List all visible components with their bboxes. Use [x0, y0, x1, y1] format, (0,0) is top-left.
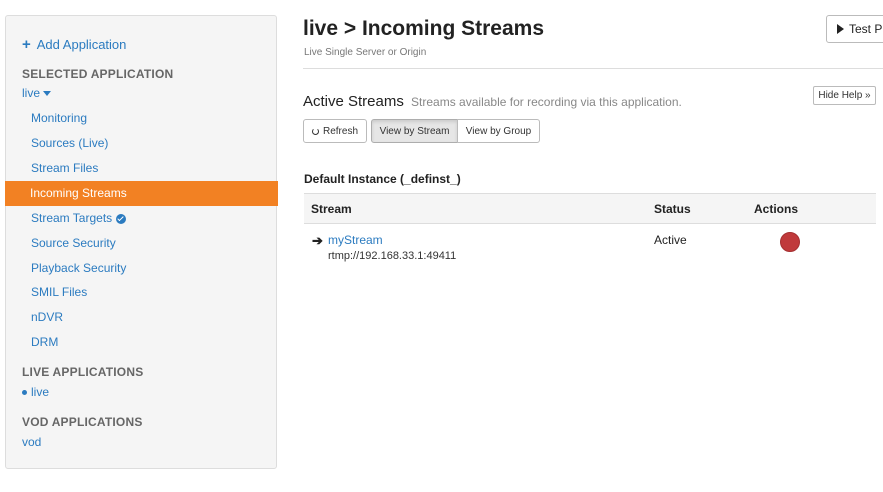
active-streams-heading: Active Streams Streams available for rec… [303, 93, 682, 110]
instance-title: Default Instance (_definst_) [304, 172, 461, 186]
live-applications-heading: LIVE APPLICATIONS [22, 365, 144, 379]
check-circle-icon [116, 213, 127, 224]
sidebar: + Add Application SELECTED APPLICATION l… [5, 15, 278, 469]
stream-name-link[interactable]: myStream [328, 233, 383, 247]
sidebar-item-stream-targets[interactable]: Stream Targets [6, 206, 278, 231]
bullet-icon [22, 389, 27, 395]
refresh-button[interactable]: Refresh [303, 119, 367, 143]
sidebar-item-label: nDVR [31, 310, 64, 324]
sidebar-item-label: Incoming Streams [30, 186, 127, 200]
sidebar-item-label: Stream Targets [31, 211, 113, 225]
sidebar-item-label: Stream Files [31, 161, 99, 175]
sidebar-item-label: Sources (Live) [31, 136, 109, 150]
active-streams-title: Active Streams [303, 93, 404, 110]
sidebar-item-label: SMIL Files [31, 285, 88, 299]
caret-down-icon [43, 90, 52, 96]
test-button-label: Test Pl [849, 22, 883, 36]
sidebar-item-sources-live[interactable]: Sources (Live) [6, 131, 278, 156]
selected-app-label: live [22, 86, 41, 100]
live-app-label: live [31, 385, 50, 399]
table-header: Stream Status Actions [304, 193, 876, 224]
sidebar-item-incoming-streams[interactable]: Incoming Streams [5, 181, 278, 206]
column-header-actions: Actions [754, 202, 799, 216]
column-header-stream: Stream [311, 202, 352, 216]
sidebar-item-monitoring[interactable]: Monitoring [6, 106, 278, 131]
sidebar-item-label: DRM [31, 335, 59, 349]
vod-app-link[interactable]: vod [22, 435, 41, 449]
sidebar-item-label: Monitoring [31, 111, 88, 125]
refresh-label: Refresh [322, 125, 358, 137]
active-streams-help: Streams available for recording via this… [411, 95, 682, 109]
play-icon [837, 24, 844, 34]
plus-icon: + [22, 36, 31, 53]
view-by-group-button[interactable]: View by Group [457, 119, 540, 143]
test-players-button[interactable]: Test Pl [826, 15, 883, 43]
stream-source-url: rtmp://192.168.33.1:49411 [328, 250, 457, 262]
record-button[interactable] [780, 232, 800, 252]
add-application-label: Add Application [36, 37, 127, 52]
column-header-status: Status [654, 202, 691, 216]
sidebar-item-drm[interactable]: DRM [6, 330, 278, 355]
sidebar-item-label: Playback Security [31, 261, 127, 275]
application-selector[interactable]: live [22, 86, 52, 100]
refresh-icon [311, 127, 319, 135]
sidebar-item-label: Source Security [31, 236, 116, 250]
arrow-right-icon: ➔ [312, 233, 323, 248]
sidebar-item-source-security[interactable]: Source Security [6, 231, 278, 256]
view-by-stream-button[interactable]: View by Stream [371, 119, 458, 143]
add-application-link[interactable]: + Add Application [22, 37, 126, 52]
live-app-link[interactable]: live [22, 385, 49, 399]
selected-application-heading: SELECTED APPLICATION [22, 67, 174, 81]
vod-applications-heading: VOD APPLICATIONS [22, 415, 143, 429]
page-title: live > Incoming Streams [303, 17, 545, 40]
divider [303, 68, 883, 69]
sidebar-item-ndvr[interactable]: nDVR [6, 305, 278, 330]
sidebar-item-smil-files[interactable]: SMIL Files [6, 280, 278, 305]
sidebar-item-stream-files[interactable]: Stream Files [6, 156, 278, 181]
page-subtitle: Live Single Server or Origin [304, 47, 427, 58]
stream-status: Active [654, 233, 687, 247]
hide-help-button[interactable]: Hide Help » [813, 86, 876, 105]
sidebar-item-playback-security[interactable]: Playback Security [6, 256, 278, 281]
